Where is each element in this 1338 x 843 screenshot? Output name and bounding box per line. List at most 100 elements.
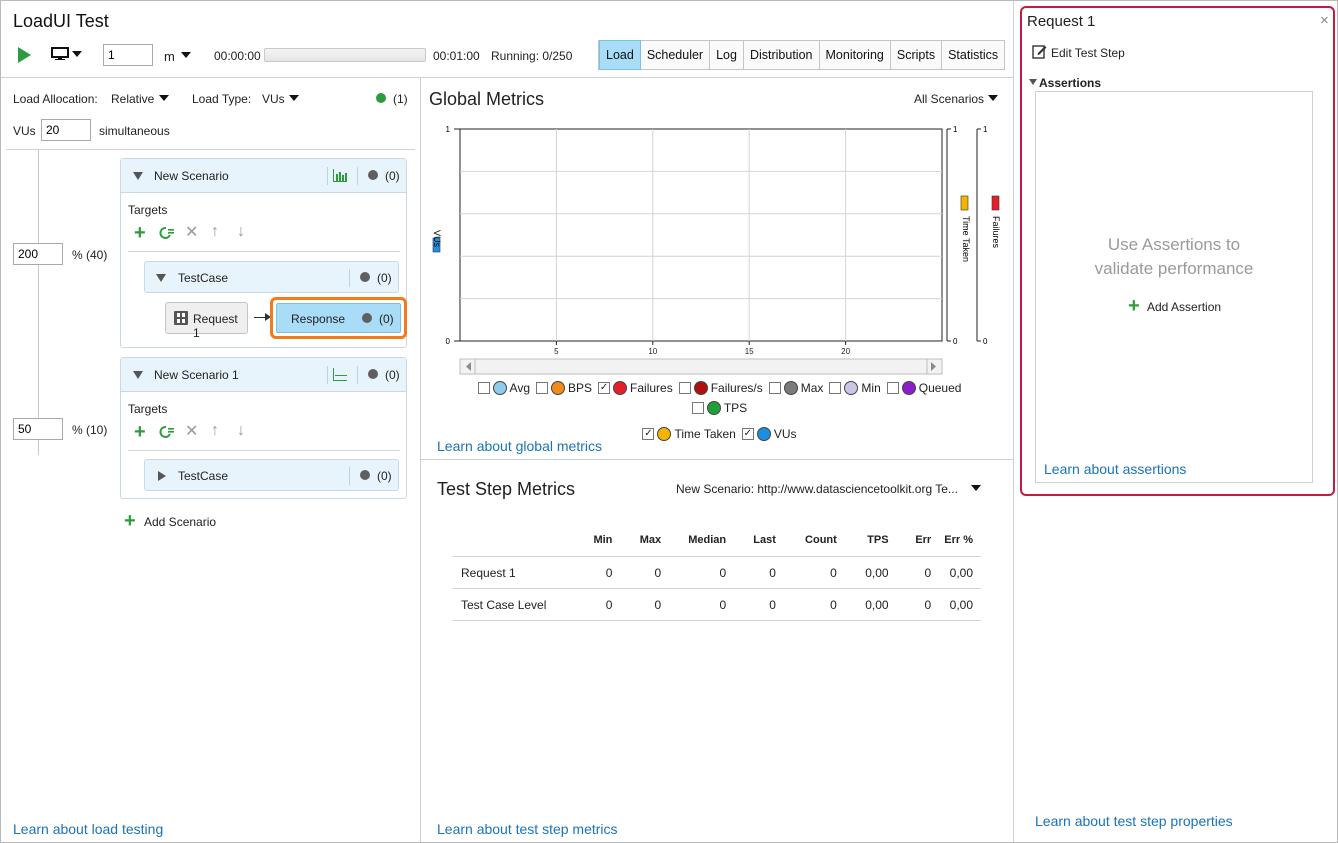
y-axis-label: Failures (991, 216, 1001, 249)
legend-checkbox[interactable]: ✓ (741, 428, 754, 440)
assertions-section-label[interactable]: Assertions (1039, 76, 1101, 90)
learn-load-testing-link[interactable]: Learn about load testing (13, 821, 163, 837)
global-metrics-title: Global Metrics (429, 89, 545, 109)
duration-unit[interactable]: m (164, 49, 175, 64)
x-tick-label: 15 (745, 347, 754, 356)
collapse-icon[interactable] (1029, 79, 1037, 85)
legend-item[interactable]: ✓ Failures (598, 381, 673, 395)
close-icon[interactable]: × (1320, 12, 1329, 29)
legend-checkbox[interactable] (536, 382, 549, 394)
collapse-icon[interactable] (133, 172, 143, 180)
response-output[interactable]: Response (0) (276, 303, 401, 333)
edit-test-step-button[interactable]: Edit Test Step (1051, 46, 1125, 60)
column-header[interactable]: Count (776, 534, 837, 557)
legend-checkbox[interactable]: ✓ (598, 382, 611, 394)
load-type-caret-icon[interactable] (289, 95, 299, 101)
scenario-filter-select[interactable]: All Scenarios (914, 92, 984, 106)
legend-checkbox[interactable] (829, 382, 842, 394)
testcase-row[interactable]: TestCase (0) (144, 459, 399, 491)
scenario-header[interactable]: New Scenario 1 (0) (121, 358, 406, 392)
collapse-icon[interactable] (133, 371, 143, 379)
cell-tps: 0,00 (836, 588, 889, 621)
move-down-icon[interactable]: ↓ (237, 423, 245, 439)
legend-checkbox[interactable] (768, 382, 781, 394)
table-row[interactable]: Request 1 0 0 0 0 0 0,00 0 0,00 (453, 556, 981, 589)
add-scenario-button[interactable]: Add Scenario (144, 515, 216, 529)
move-up-icon[interactable]: ↑ (211, 224, 219, 240)
delete-icon[interactable]: ✕ (185, 225, 198, 241)
column-header[interactable]: Err % (931, 534, 981, 557)
play-icon[interactable] (18, 47, 31, 63)
step-metrics-filter-select[interactable]: New Scenario: http://www.datasciencetool… (676, 482, 958, 496)
duration-unit-caret-icon[interactable] (181, 52, 191, 58)
legend-item[interactable]: TPS (691, 401, 747, 415)
scenario-filter-caret-icon[interactable] (988, 95, 998, 101)
legend-item[interactable]: Queued (886, 381, 961, 395)
monitor-dropdown-caret-icon[interactable] (72, 51, 82, 57)
legend-item[interactable]: Max (768, 381, 823, 395)
legend-item[interactable]: Avg (477, 381, 530, 395)
column-header[interactable]: Last (726, 534, 776, 557)
add-target-icon[interactable]: + (134, 422, 146, 442)
learn-global-metrics-link[interactable]: Learn about global metrics (437, 438, 602, 454)
legend-item[interactable]: ✓ Time Taken (642, 427, 736, 441)
request-step[interactable]: Request 1 (165, 302, 248, 340)
legend-checkbox[interactable] (678, 382, 691, 394)
move-up-icon[interactable]: ↑ (211, 423, 219, 439)
load-allocation-caret-icon[interactable] (159, 95, 169, 101)
tab-distribution[interactable]: Distribution (744, 41, 820, 69)
expand-icon[interactable] (158, 471, 166, 481)
scenario-graph-icon[interactable] (333, 368, 347, 381)
move-down-icon[interactable]: ↓ (237, 224, 245, 240)
add-testcase-icon[interactable] (159, 226, 175, 240)
legend-checkbox[interactable]: ✓ (642, 428, 655, 440)
add-testcase-icon[interactable] (159, 425, 175, 439)
tab-scheduler[interactable]: Scheduler (641, 41, 711, 69)
duration-input[interactable] (103, 44, 153, 66)
chart-view-icon[interactable] (333, 169, 347, 182)
edit-icon[interactable] (1032, 44, 1047, 59)
column-header[interactable]: Median (661, 534, 726, 557)
tab-log[interactable]: Log (710, 41, 744, 69)
step-metrics-filter-caret-icon[interactable] (971, 485, 981, 491)
scenario1-percent-input[interactable] (13, 243, 63, 265)
collapse-icon[interactable] (156, 274, 166, 282)
add-assertion-button[interactable]: Add Assertion (1147, 300, 1221, 314)
cell-median: 0 (661, 588, 727, 621)
legend-checkbox[interactable] (886, 382, 899, 394)
legend-item[interactable]: Failures/s (678, 381, 763, 395)
table-row[interactable]: Test Case Level 0 0 0 0 0 0,00 0 0,00 (453, 588, 981, 621)
vus-input[interactable] (41, 119, 91, 141)
response-count: (0) (379, 312, 394, 326)
load-type-select[interactable]: VUs (262, 92, 285, 106)
tab-scripts[interactable]: Scripts (891, 41, 943, 69)
learn-test-step-metrics-link[interactable]: Learn about test step metrics (437, 821, 618, 837)
y-tick-label: 0 (953, 337, 958, 346)
column-header[interactable]: Err (889, 534, 931, 557)
add-target-icon[interactable]: + (134, 223, 146, 243)
load-allocation-select[interactable]: Relative (111, 92, 154, 106)
column-header[interactable]: Max (612, 534, 661, 557)
tab-statistics[interactable]: Statistics (942, 41, 1004, 69)
legend-item[interactable]: ✓ VUs (741, 427, 797, 441)
scenario2-percent-input[interactable] (13, 418, 63, 440)
legend-item[interactable]: BPS (536, 381, 592, 395)
monitor-icon[interactable] (51, 47, 69, 60)
scenario-header[interactable]: New Scenario (0) (121, 159, 406, 193)
column-header[interactable]: TPS (837, 534, 888, 557)
learn-assertions-link[interactable]: Learn about assertions (1044, 461, 1186, 477)
legend-checkbox[interactable] (691, 402, 704, 414)
learn-test-step-properties-link[interactable]: Learn about test step properties (1035, 813, 1233, 829)
column-header[interactable]: Min (565, 534, 612, 557)
legend-label: Failures/s (710, 381, 763, 395)
add-scenario-icon[interactable]: + (124, 511, 136, 531)
testcase-name: TestCase (178, 469, 229, 483)
tab-monitoring[interactable]: Monitoring (820, 41, 891, 69)
testcase-row[interactable]: TestCase (0) (144, 261, 399, 293)
legend-swatch (613, 381, 628, 395)
tab-load[interactable]: Load (599, 40, 641, 70)
legend-checkbox[interactable] (477, 382, 490, 394)
legend-item[interactable]: Min (829, 381, 881, 395)
add-assertion-icon[interactable]: + (1128, 296, 1140, 316)
delete-icon[interactable]: ✕ (185, 424, 198, 440)
